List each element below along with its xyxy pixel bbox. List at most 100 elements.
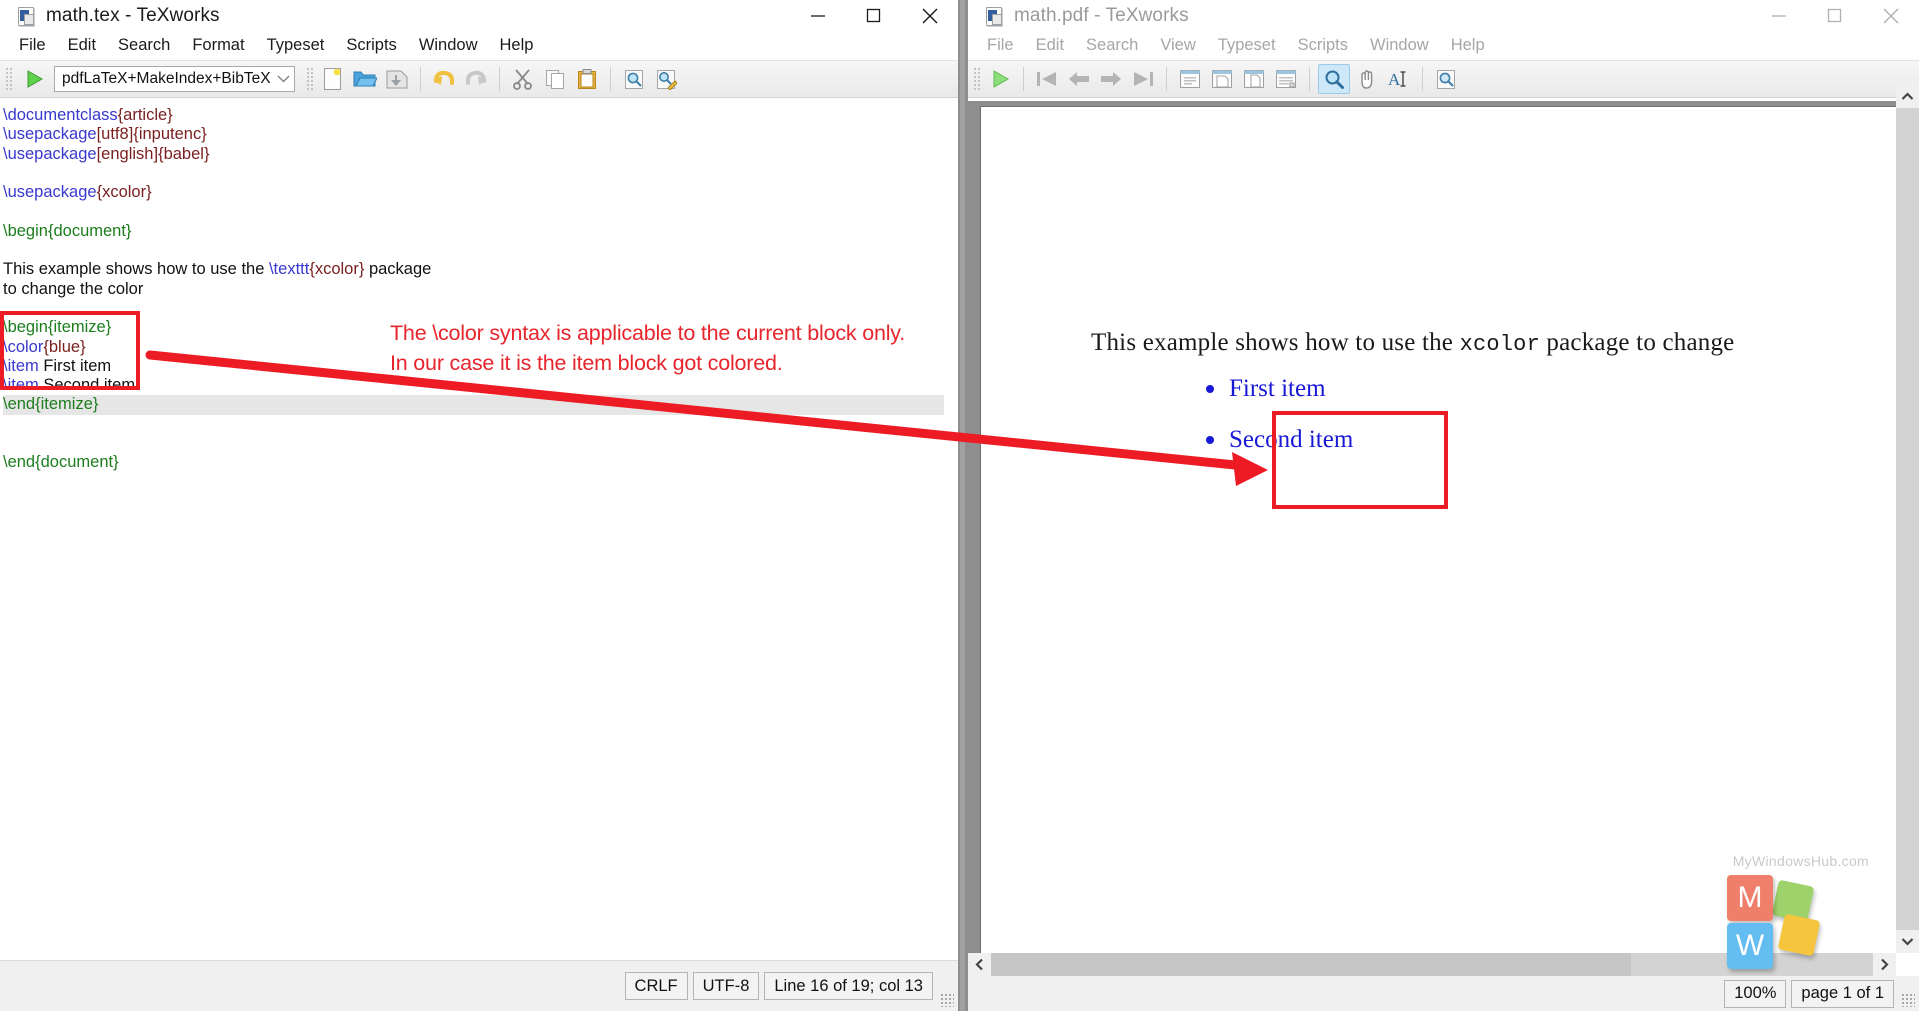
source-line[interactable]: \end{itemize} (3, 395, 944, 415)
source-token: \begin{itemize} (3, 318, 112, 337)
latex-source-code[interactable]: \documentclass{article} \usepackage[utf8]… (3, 106, 944, 473)
bullet-icon (1206, 436, 1214, 444)
pdf-titlebar[interactable]: math.pdf - TeXworks (968, 0, 1919, 32)
source-line[interactable] (3, 299, 944, 318)
watermark-text: MyWindowsHub.com (1732, 853, 1869, 869)
source-line[interactable]: \documentclass{article} (3, 106, 944, 125)
open-file-icon[interactable] (350, 65, 380, 93)
menu-help[interactable]: Help (489, 34, 545, 57)
toolbar-grip[interactable] (4, 66, 14, 92)
run-typeset-button[interactable] (17, 65, 51, 93)
source-line[interactable] (3, 202, 944, 221)
fit-content-icon[interactable] (1271, 65, 1301, 93)
maximize-button[interactable] (846, 0, 902, 32)
pdf-minimize-button[interactable] (1751, 0, 1807, 32)
find-replace-icon[interactable] (651, 65, 681, 93)
pdf-menu-help[interactable]: Help (1440, 34, 1496, 57)
fit-window-icon[interactable] (1207, 65, 1237, 93)
pdf-window-controls (1751, 0, 1919, 32)
source-token: \begin{document} (3, 221, 132, 240)
menu-edit[interactable]: Edit (57, 34, 107, 57)
scroll-right-icon[interactable] (1873, 953, 1896, 976)
pdf-resize-grip[interactable] (1901, 993, 1915, 1007)
copy-icon[interactable] (540, 65, 570, 93)
menu-search[interactable]: Search (107, 34, 181, 57)
save-file-icon[interactable] (382, 65, 412, 93)
magnifier-tool-icon[interactable] (1318, 64, 1350, 94)
pdf-menu-file[interactable]: File (976, 34, 1025, 57)
scroll-left-icon[interactable] (968, 953, 991, 976)
pdf-menu-view[interactable]: View (1149, 34, 1206, 57)
source-line[interactable]: to change the color (3, 280, 944, 299)
previous-page-icon[interactable] (1064, 65, 1094, 93)
source-line[interactable] (3, 164, 944, 183)
source-token: babel (163, 144, 204, 163)
first-page-icon[interactable] (1032, 65, 1062, 93)
pdf-menu-window[interactable]: Window (1359, 34, 1440, 57)
editor-vertical-scrollbar[interactable] (944, 101, 958, 961)
menu-file[interactable]: File (8, 34, 57, 57)
find-icon[interactable] (619, 65, 649, 93)
search-pdf-icon[interactable] (1431, 65, 1461, 93)
source-line[interactable]: \begin{document} (3, 222, 944, 241)
pdf-toolbar-grip[interactable] (972, 66, 982, 92)
scroll-up-icon[interactable] (1896, 85, 1919, 108)
pdf-close-button[interactable] (1863, 0, 1919, 32)
source-line[interactable] (3, 434, 944, 453)
redo-icon[interactable] (461, 65, 491, 93)
source-line[interactable]: \item Second item (3, 376, 944, 395)
pdf-toolbar-separator-3 (1309, 67, 1310, 91)
actual-size-icon[interactable] (1239, 65, 1269, 93)
watermark-tile-w: W (1727, 923, 1773, 969)
scroll-down-icon[interactable] (1896, 930, 1919, 953)
pan-tool-icon[interactable] (1352, 65, 1382, 93)
text-select-tool-icon[interactable]: A (1384, 65, 1414, 93)
editor-menubar: File Edit Search Format Typeset Scripts … (0, 32, 958, 58)
cut-icon[interactable] (508, 65, 538, 93)
pdf-menu-scripts[interactable]: Scripts (1287, 34, 1359, 57)
pdf-maximize-button[interactable] (1807, 0, 1863, 32)
annotation-line-1: The \color syntax is applicable to the c… (390, 321, 906, 345)
pdf-menu-search[interactable]: Search (1075, 34, 1149, 57)
pdf-viewport[interactable]: This example shows how to use the xcolor… (968, 101, 1896, 953)
toolbar-separator-1 (419, 67, 421, 91)
source-editor-pane[interactable]: \documentclass{article} \usepackage[utf8]… (0, 101, 944, 961)
last-page-icon[interactable] (1128, 65, 1158, 93)
menu-format[interactable]: Format (181, 34, 255, 57)
source-token: xcolor (314, 260, 359, 279)
source-line[interactable]: \usepackage{xcolor} (3, 183, 944, 202)
editor-titlebar[interactable]: math.tex - TeXworks (0, 0, 958, 32)
source-token: \end{itemize} (3, 395, 99, 414)
source-token: } (201, 125, 207, 144)
encoding-indicator[interactable]: UTF-8 (692, 972, 760, 1000)
menu-window[interactable]: Window (408, 34, 489, 57)
paste-icon[interactable] (572, 65, 602, 93)
minimize-button[interactable] (790, 0, 846, 32)
source-line[interactable]: \end{document} (3, 453, 944, 472)
source-token: utf8 (101, 125, 129, 144)
close-button[interactable] (902, 0, 958, 32)
source-line[interactable]: \usepackage[utf8]{inputenc} (3, 125, 944, 144)
hscroll-thumb[interactable] (991, 953, 1631, 976)
zoom-level-indicator[interactable]: 100% (1724, 979, 1787, 1008)
fit-width-icon[interactable] (1175, 65, 1205, 93)
line-ending-indicator[interactable]: CRLF (624, 972, 688, 1000)
run-typeset-icon[interactable] (985, 65, 1015, 93)
pdf-vertical-scrollbar[interactable] (1896, 85, 1919, 953)
new-file-icon[interactable] (318, 65, 348, 93)
next-page-icon[interactable] (1096, 65, 1126, 93)
source-line[interactable] (3, 415, 944, 434)
menu-typeset[interactable]: Typeset (256, 34, 336, 57)
typeset-engine-combobox[interactable]: pdfLaTeX+MakeIndex+BibTeX (54, 66, 295, 92)
pdf-menu-typeset[interactable]: Typeset (1207, 34, 1287, 57)
toolbar-grip-2[interactable] (304, 66, 315, 92)
source-line[interactable] (3, 241, 944, 260)
resize-grip[interactable] (940, 993, 954, 1007)
source-token: } (167, 106, 173, 124)
menu-scripts[interactable]: Scripts (335, 34, 407, 57)
source-token: \usepackage (3, 144, 97, 163)
pdf-menu-edit[interactable]: Edit (1025, 34, 1075, 57)
source-line[interactable]: \usepackage[english]{babel} (3, 145, 944, 164)
source-line[interactable]: This example shows how to use the \textt… (3, 260, 944, 279)
undo-icon[interactable] (429, 65, 459, 93)
